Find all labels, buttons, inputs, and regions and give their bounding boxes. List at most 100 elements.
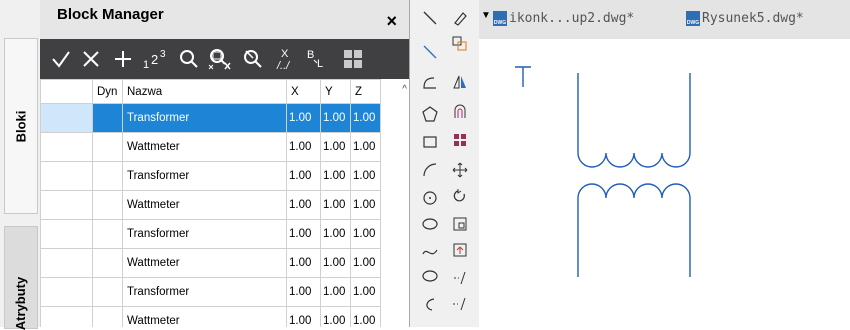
bl-button[interactable]: BL [302, 39, 332, 79]
row-y-cell[interactable]: 1.00 [320, 132, 351, 162]
tab-bloki[interactable]: Bloki [4, 38, 38, 214]
row-x-cell[interactable]: 1.00 [286, 132, 321, 162]
row-y-cell[interactable]: 1.00 [320, 161, 351, 191]
row-x-cell[interactable]: 1.00 [286, 190, 321, 220]
xy-button[interactable]: X/../ [272, 39, 300, 79]
close-button[interactable]: × [386, 12, 397, 30]
scroll-up-arrow-icon[interactable]: ^ [402, 84, 407, 95]
drawing-canvas[interactable] [479, 39, 850, 327]
table-row[interactable]: Wattmeter 1.00 1.00 1.00 [40, 132, 381, 162]
row-z-cell[interactable]: 1.00 [350, 161, 381, 191]
arc-tool[interactable] [418, 158, 442, 182]
col-header-z[interactable]: Z [350, 79, 381, 104]
row-x-cell[interactable]: 1.00 [286, 219, 321, 249]
ray-tool[interactable] [418, 40, 442, 64]
polygon-tool[interactable] [418, 102, 442, 126]
col-header-x[interactable]: X [286, 79, 321, 104]
row-select-cell[interactable] [40, 103, 93, 133]
spline-tool[interactable] [418, 240, 442, 264]
row-z-cell[interactable]: 1.00 [350, 190, 381, 220]
move-tool[interactable] [448, 158, 472, 182]
row-name-cell[interactable]: Wattmeter [122, 306, 287, 327]
row-z-cell[interactable]: 1.00 [350, 103, 381, 133]
row-name-cell[interactable]: Wattmeter [122, 190, 287, 220]
array-tool[interactable] [448, 128, 472, 152]
table-row[interactable]: Wattmeter 1.00 1.00 1.00 [40, 190, 381, 220]
add-button[interactable] [110, 39, 136, 79]
row-z-cell[interactable]: 1.00 [350, 132, 381, 162]
document-tab-1[interactable]: DWG ikonk...up2.dwg* [493, 11, 634, 26]
row-name-cell[interactable]: Transformer [122, 277, 287, 307]
document-tab-2[interactable]: DWG Rysunek5.dwg* [686, 11, 804, 26]
revision-cloud-tool[interactable] [418, 212, 442, 236]
rotate-tool[interactable] [448, 184, 472, 208]
row-dyn-cell[interactable] [92, 132, 123, 162]
row-dyn-cell[interactable] [92, 161, 123, 191]
row-dyn-cell[interactable] [92, 248, 123, 278]
row-dyn-cell[interactable] [92, 306, 123, 327]
row-select-cell[interactable] [40, 190, 93, 220]
table-row[interactable]: Transformer 1.00 1.00 1.00 [40, 277, 381, 307]
row-name-cell[interactable]: Wattmeter [122, 248, 287, 278]
accept-button[interactable] [48, 39, 74, 79]
row-name-cell[interactable]: Wattmeter [122, 132, 287, 162]
table-row[interactable]: Wattmeter 1.00 1.00 1.00 [40, 306, 381, 327]
row-dyn-cell[interactable] [92, 277, 123, 307]
row-z-cell[interactable]: 1.00 [350, 248, 381, 278]
row-name-cell[interactable]: Transformer [122, 103, 287, 133]
row-y-cell[interactable]: 1.00 [320, 103, 351, 133]
row-x-cell[interactable]: 1.00 [286, 103, 321, 133]
rectangle-tool[interactable] [418, 130, 442, 154]
tab-atrybuty[interactable]: Atrybuty [4, 226, 38, 330]
stretch-tool[interactable] [448, 238, 472, 262]
circle-tool[interactable] [418, 186, 442, 210]
copy-tool[interactable] [448, 32, 472, 56]
scale-tool[interactable] [448, 212, 472, 236]
line-tool[interactable] [418, 6, 442, 30]
cancel-button[interactable] [78, 39, 104, 79]
row-y-cell[interactable]: 1.00 [320, 190, 351, 220]
polyline-tool[interactable] [418, 72, 442, 96]
table-row[interactable]: Wattmeter 1.00 1.00 1.00 [40, 248, 381, 278]
row-select-cell[interactable] [40, 306, 93, 327]
row-dyn-cell[interactable] [92, 219, 123, 249]
row-select-cell[interactable] [40, 219, 93, 249]
row-y-cell[interactable]: 1.00 [320, 306, 351, 327]
erase-tool[interactable] [448, 6, 472, 30]
trim-tool[interactable] [448, 266, 472, 290]
pick-button[interactable] [238, 39, 268, 79]
row-y-cell[interactable]: 1.00 [320, 277, 351, 307]
row-select-cell[interactable] [40, 277, 93, 307]
row-x-cell[interactable]: 1.00 [286, 277, 321, 307]
row-y-cell[interactable]: 1.00 [320, 248, 351, 278]
col-header-y[interactable]: Y [320, 79, 351, 104]
row-select-cell[interactable] [40, 248, 93, 278]
ellipse-tool[interactable] [418, 264, 442, 288]
table-row[interactable]: Transformer 1.00 1.00 1.00 [40, 219, 381, 249]
row-dyn-cell[interactable] [92, 103, 123, 133]
row-dyn-cell[interactable] [92, 190, 123, 220]
ellipse-arc-tool[interactable] [418, 292, 442, 316]
row-y-cell[interactable]: 1.00 [320, 219, 351, 249]
table-row[interactable]: Transformer 1.00 1.00 1.00 [40, 103, 381, 133]
mirror-tool[interactable] [448, 70, 472, 94]
search-button[interactable] [176, 39, 202, 79]
col-header-dyn[interactable]: Dyn [92, 79, 123, 104]
view-mode-button[interactable] [340, 39, 366, 79]
col-header-name[interactable]: Nazwa [122, 79, 287, 104]
row-z-cell[interactable]: 1.00 [350, 219, 381, 249]
row-name-cell[interactable]: Transformer [122, 161, 287, 191]
row-x-cell[interactable]: 1.00 [286, 248, 321, 278]
row-x-cell[interactable]: 1.00 [286, 161, 321, 191]
table-row[interactable]: Transformer 1.00 1.00 1.00 [40, 161, 381, 191]
col-header-select[interactable] [40, 79, 93, 104]
offset-tool[interactable] [448, 100, 472, 124]
select-zoom-button[interactable] [204, 39, 234, 79]
tab-list-arrow-icon[interactable]: ▼ [481, 10, 491, 21]
row-z-cell[interactable]: 1.00 [350, 277, 381, 307]
row-z-cell[interactable]: 1.00 [350, 306, 381, 327]
row-select-cell[interactable] [40, 161, 93, 191]
row-x-cell[interactable]: 1.00 [286, 306, 321, 327]
numbering-button[interactable]: 1 2 3 [138, 39, 172, 79]
row-select-cell[interactable] [40, 132, 93, 162]
